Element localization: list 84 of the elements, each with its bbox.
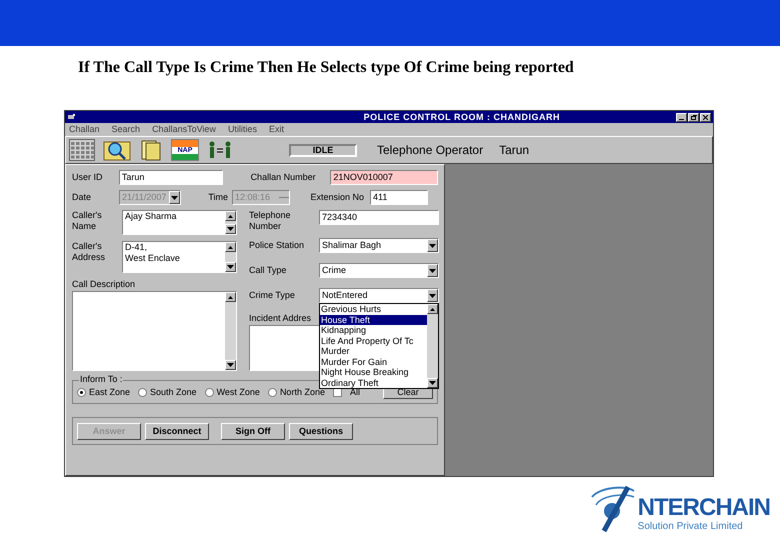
up-arrow-icon bbox=[228, 214, 233, 218]
checkbox-label: All bbox=[350, 386, 360, 398]
window-title: POLICE CONTROL ROOM : CHANDIGARH bbox=[364, 112, 560, 122]
logo-emblem-drawing bbox=[590, 483, 636, 533]
group-legend: Inform To : bbox=[79, 374, 124, 385]
restore-button[interactable] bbox=[688, 112, 699, 122]
scrollbar[interactable] bbox=[427, 304, 438, 388]
dropdown-option[interactable]: Life And Property Of Tc bbox=[320, 336, 427, 346]
text-area[interactable] bbox=[249, 325, 321, 371]
text-field[interactable]: 7234340 bbox=[319, 210, 439, 225]
dropdown-option[interactable]: Murder For Gain bbox=[320, 356, 427, 367]
field-label: Caller's Address bbox=[72, 241, 106, 264]
keypad-icon[interactable] bbox=[69, 139, 95, 161]
menu-item[interactable]: Challan bbox=[69, 124, 100, 135]
dropdown-option[interactable]: Kidnapping bbox=[320, 325, 427, 336]
up-arrow-icon bbox=[228, 246, 233, 248]
down-arrow-icon bbox=[171, 196, 178, 200]
text-field[interactable]: 411 bbox=[370, 190, 428, 205]
app-icon bbox=[67, 113, 76, 121]
down-arrow-icon bbox=[429, 381, 436, 385]
text-area[interactable] bbox=[72, 291, 237, 371]
field-label: Call Type bbox=[249, 265, 288, 276]
field-label: Incident Addres bbox=[249, 313, 312, 324]
folders-icon[interactable] bbox=[139, 139, 163, 161]
magnifier-folder-icon[interactable] bbox=[103, 139, 131, 161]
dropdown-option[interactable]: Murder bbox=[320, 346, 427, 356]
people-icon[interactable] bbox=[207, 139, 233, 161]
slide-title: If The Call Type Is Crime Then He Selects type Of Crime being reported bbox=[78, 58, 575, 78]
close-icon bbox=[703, 114, 708, 120]
dropdown-option[interactable]: Grevious Hurts bbox=[320, 304, 427, 314]
scrollbar[interactable] bbox=[225, 242, 236, 272]
down-arrow-icon bbox=[429, 294, 436, 298]
text-area[interactable]: Ajay Sharma bbox=[122, 210, 237, 235]
field-label: Call Description bbox=[72, 279, 136, 290]
combo-box[interactable]: NotEntered bbox=[319, 288, 439, 303]
field-label: Challan Number bbox=[250, 172, 317, 183]
field-label: Police Station bbox=[249, 240, 306, 251]
field-label: Time bbox=[207, 192, 229, 203]
text-field[interactable]: Tarun bbox=[118, 170, 223, 185]
field-label: User ID bbox=[72, 172, 104, 183]
combo-box[interactable]: Shalimar Bagh bbox=[319, 238, 439, 253]
action-button[interactable]: Disconnect bbox=[145, 422, 209, 440]
dropdown-option[interactable]: House Theft bbox=[320, 314, 427, 325]
scrollbar[interactable] bbox=[225, 211, 236, 234]
radio-button[interactable] bbox=[268, 388, 277, 396]
text-field[interactable]: 21NOV010007 bbox=[330, 170, 438, 185]
down-arrow-icon bbox=[227, 265, 234, 269]
down-arrow-icon bbox=[227, 227, 234, 231]
field-label: Extension No bbox=[309, 192, 365, 203]
menu-item[interactable]: Utilities bbox=[228, 124, 257, 135]
menu-item[interactable]: Exit bbox=[268, 124, 284, 135]
field-label: Date bbox=[72, 192, 92, 203]
radio-button[interactable] bbox=[204, 388, 214, 396]
radio-label: North Zone bbox=[280, 386, 325, 398]
radio-label: West Zone bbox=[216, 386, 260, 398]
scrollbar[interactable] bbox=[225, 292, 236, 370]
dropdown-option[interactable]: Ordinary Theft bbox=[320, 378, 427, 388]
down-arrow-icon bbox=[429, 268, 436, 272]
field-label: Crime Type bbox=[249, 290, 296, 301]
operator-role: Telephone Operator bbox=[377, 143, 484, 157]
radio-button[interactable] bbox=[77, 388, 86, 396]
up-arrow-icon bbox=[430, 308, 435, 310]
up-arrow-icon bbox=[228, 296, 233, 298]
close-button[interactable] bbox=[700, 112, 711, 122]
radio-button[interactable] bbox=[138, 388, 148, 396]
operator-name: Tarun bbox=[499, 143, 530, 157]
text-area[interactable]: D-41, West Enclave bbox=[122, 241, 237, 273]
logo-tagline: Solution Private Limited bbox=[638, 521, 743, 533]
combo-box[interactable]: Crime bbox=[319, 263, 439, 278]
action-button[interactable]: Sign Off bbox=[221, 422, 285, 440]
menu-item[interactable]: ChallansToView bbox=[152, 124, 216, 135]
restore-icon bbox=[690, 114, 696, 120]
action-button[interactable]: Questions bbox=[289, 422, 353, 440]
status-box: IDLE bbox=[289, 144, 357, 156]
field-label: Telephone Number bbox=[249, 210, 292, 232]
menu-item[interactable]: Search bbox=[112, 124, 140, 135]
field-label: Caller's Name bbox=[72, 210, 103, 233]
logo-wordmark: NTERCHAIN bbox=[638, 495, 770, 521]
down-arrow-icon bbox=[429, 244, 436, 248]
radio-label: South Zone bbox=[150, 386, 197, 398]
minimize-button[interactable] bbox=[676, 112, 687, 122]
radio-label: East Zone bbox=[89, 386, 130, 398]
dropdown-option[interactable]: Night House Breaking bbox=[320, 367, 427, 378]
down-arrow-icon bbox=[227, 363, 234, 367]
